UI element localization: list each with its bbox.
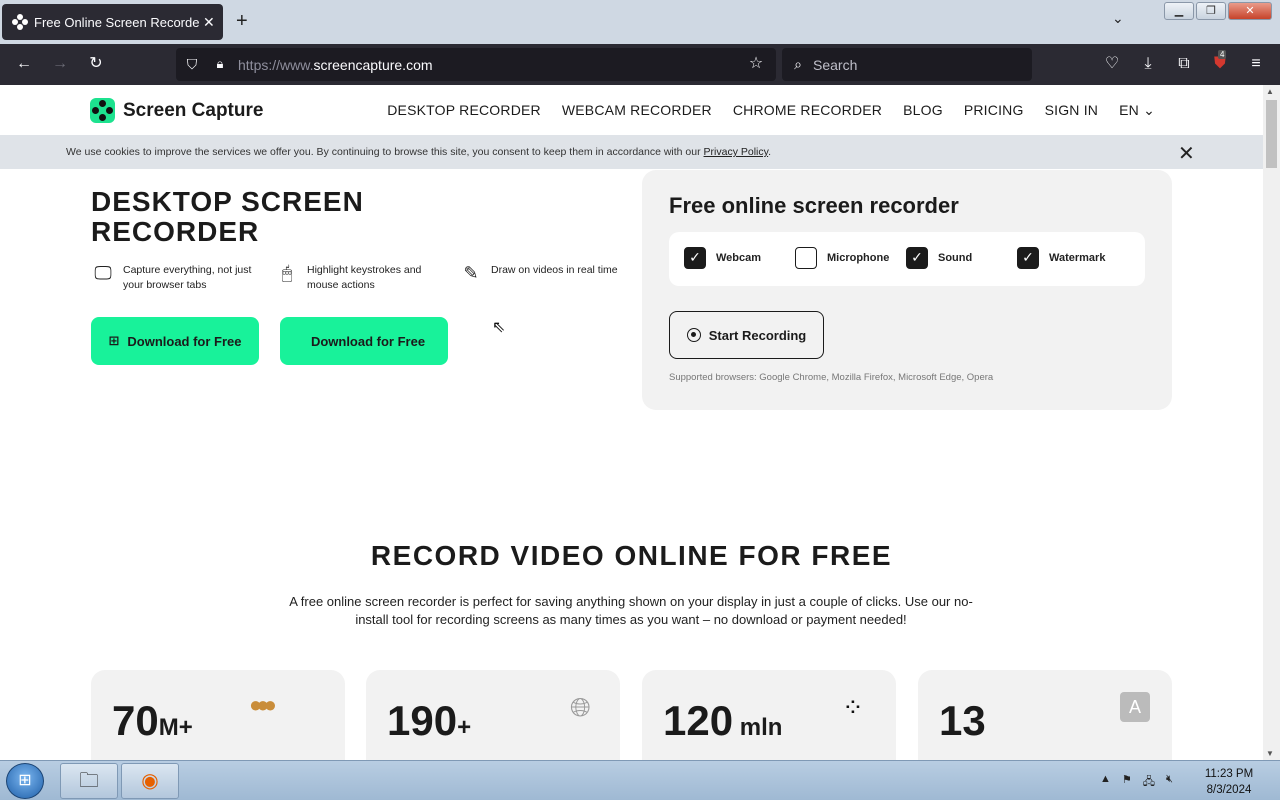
mouse-icon: 🖱︎ — [281, 263, 293, 283]
recorder-options: ✓ Webcam Microphone ✓ Sound ✓ Watermark — [669, 232, 1145, 286]
web-page: Screen Capture DESKTOP RECORDER WEBCAM R… — [0, 85, 1263, 760]
page-scrollbar[interactable]: ▲ ▼ — [1263, 85, 1280, 760]
list-all-tabs-icon[interactable]: ⌄ — [1112, 10, 1124, 27]
extensions-icon[interactable]: ⧉ — [1174, 54, 1194, 74]
feature-keystrokes: 🖱︎ Highlight keystrokes and mouse actions — [275, 263, 422, 293]
nav-chrome-recorder[interactable]: CHROME RECORDER — [733, 102, 882, 119]
network-icon[interactable]: 🖧︎ — [1143, 773, 1155, 792]
cookie-banner: We use cookies to improve the services w… — [0, 135, 1263, 169]
window-controls: ▁ ❐ ✕ — [1164, 2, 1272, 20]
bookmark-star-icon[interactable]: ☆ — [746, 54, 766, 74]
download-windows-button[interactable]: ⊞ Download for Free — [91, 317, 259, 365]
tracking-shield-icon[interactable]: ⛉ — [182, 54, 202, 74]
microphone-checkbox[interactable] — [795, 247, 817, 269]
cookie-text: We use cookies to improve the services w… — [66, 146, 772, 158]
feature-draw: ✎ Draw on videos in real time — [459, 263, 617, 283]
url-text[interactable]: https://www.screencapture.com — [238, 57, 433, 73]
url-bar[interactable]: ⛉ 🔒︎ https://www.screencapture.com ☆ — [176, 48, 776, 81]
search-placeholder: Search — [813, 57, 858, 73]
volume-muted-icon[interactable]: 🔇︎ — [1166, 773, 1173, 792]
stat-value: 70M+ — [112, 697, 193, 744]
stat-card-users: 70M+ ●●● — [91, 670, 345, 760]
section-title: RECORD VIDEO ONLINE FOR FREE — [370, 540, 893, 571]
mouse-cursor-icon: ⇖ — [492, 319, 506, 336]
privacy-policy-link[interactable]: Privacy Policy — [704, 146, 769, 158]
nav-blog[interactable]: BLOG — [903, 102, 943, 119]
cookie-close-icon[interactable]: ✕ — [1178, 141, 1195, 166]
action-center-flag-icon[interactable]: ⚑ — [1122, 773, 1132, 792]
section-lead: A free online screen recorder is perfect… — [289, 594, 973, 627]
close-tab-icon[interactable]: ✕ — [203, 14, 215, 31]
scroll-up-icon[interactable]: ▲ — [1266, 87, 1274, 96]
language-selector[interactable]: EN ⌄ — [1119, 102, 1155, 119]
scrollbar-thumb[interactable] — [1266, 100, 1277, 168]
brand-name: Screen Capture — [123, 99, 264, 121]
watermark-checkbox[interactable]: ✓ — [1017, 247, 1039, 269]
webcam-option[interactable]: ✓ Webcam — [684, 247, 761, 269]
site-logo[interactable]: Screen Capture — [90, 98, 263, 123]
tray-expand-icon[interactable]: ▲ — [1100, 773, 1111, 792]
download-mac-button[interactable]: Download for Free — [280, 317, 448, 365]
menu-icon[interactable]: ≡ — [1246, 54, 1266, 74]
taskbar: ⊞ 🗀︎ ◉ ▲ ⚑ 🖧︎ 🔇︎ 11:23 PM 8/3/2024 — [0, 760, 1280, 800]
pencil-icon: ✎ — [463, 263, 479, 283]
record-icon — [686, 328, 701, 342]
start-recording-button[interactable]: Start Recording — [669, 311, 824, 359]
sound-option[interactable]: ✓ Sound — [906, 247, 972, 269]
stat-value: 13 — [939, 697, 986, 744]
search-bar[interactable]: ⌕ Search — [782, 48, 1032, 81]
site-favicon-icon — [12, 14, 28, 30]
back-icon[interactable]: ← — [14, 54, 34, 74]
globe-icon: 🌐︎ — [570, 692, 591, 722]
online-recorder-panel: Free online screen recorder ✓ Webcam Mic… — [642, 170, 1172, 410]
new-tab-button[interactable]: + — [236, 10, 248, 33]
tab-title: Free Online Screen Recorder | O — [34, 14, 199, 30]
main-nav: DESKTOP RECORDER WEBCAM RECORDER CHROME … — [387, 102, 1155, 119]
downloads-icon[interactable]: ⤓ — [1138, 54, 1158, 74]
minimize-button[interactable]: ▁ — [1164, 2, 1194, 20]
avatars-icon: ●●● — [249, 692, 277, 717]
nav-webcam-recorder[interactable]: WEBCAM RECORDER — [562, 102, 712, 119]
webcam-checkbox[interactable]: ✓ — [684, 247, 706, 269]
stat-card-countries: 190+ 🌐︎ — [366, 670, 620, 760]
stat-card-recordings: 120 mln ⁘ — [642, 670, 896, 760]
supported-browsers: Supported browsers: Google Chrome, Mozil… — [669, 372, 994, 383]
monitor-icon: 🖵︎ — [94, 263, 112, 283]
system-tray: ▲ ⚑ 🖧︎ 🔇︎ — [1100, 773, 1173, 792]
dots-logo-icon: ⁘ — [842, 692, 864, 722]
browser-tab[interactable]: Free Online Screen Recorder | O ✕ — [2, 4, 223, 40]
close-window-button[interactable]: ✕ — [1228, 2, 1272, 20]
start-button[interactable]: ⊞ — [6, 763, 44, 799]
translate-icon: A — [1120, 692, 1150, 722]
reload-icon[interactable]: ↻ — [86, 54, 106, 74]
restore-button[interactable]: ❐ — [1196, 2, 1226, 20]
windows-icon: ⊞ — [108, 333, 120, 348]
pocket-icon[interactable]: ♡ — [1102, 54, 1122, 74]
watermark-option[interactable]: ✓ Watermark — [1017, 247, 1105, 269]
file-explorer-icon[interactable]: 🗀︎ — [60, 763, 118, 799]
screen-capture-logo-icon — [90, 98, 115, 123]
clock[interactable]: 11:23 PM 8/3/2024 — [1196, 766, 1262, 798]
hero-title: DESKTOP SCREEN RECORDER — [91, 186, 364, 247]
sound-checkbox[interactable]: ✓ — [906, 247, 928, 269]
tab-bar: Free Online Screen Recorder | O ✕ + ⌄ ▁ … — [0, 0, 1280, 44]
microphone-option[interactable]: Microphone — [795, 247, 889, 269]
stat-value: 190+ — [387, 697, 472, 744]
nav-pricing[interactable]: PRICING — [964, 102, 1024, 119]
scroll-down-icon[interactable]: ▼ — [1266, 749, 1274, 758]
stat-card-languages: 13 A — [918, 670, 1172, 760]
extension-badge: 4 — [1218, 50, 1227, 59]
forward-icon[interactable]: → — [50, 54, 70, 74]
nav-desktop-recorder[interactable]: DESKTOP RECORDER — [387, 102, 541, 119]
stat-value: 120 mln — [663, 697, 783, 744]
feature-capture: 🖵︎ Capture everything, not just your brow… — [91, 263, 251, 293]
chevron-down-icon: ⌄ — [1143, 102, 1155, 118]
search-icon: ⌕ — [794, 56, 802, 72]
site-header: Screen Capture DESKTOP RECORDER WEBCAM R… — [0, 85, 1263, 135]
recorder-title: Free online screen recorder — [669, 193, 959, 218]
lock-icon[interactable]: 🔒︎ — [210, 54, 230, 74]
browser-toolbar: ← → ↻ ⛉ 🔒︎ https://www.screencapture.com… — [0, 44, 1280, 85]
nav-sign-in[interactable]: SIGN IN — [1045, 102, 1099, 119]
firefox-icon[interactable]: ◉ — [121, 763, 179, 799]
